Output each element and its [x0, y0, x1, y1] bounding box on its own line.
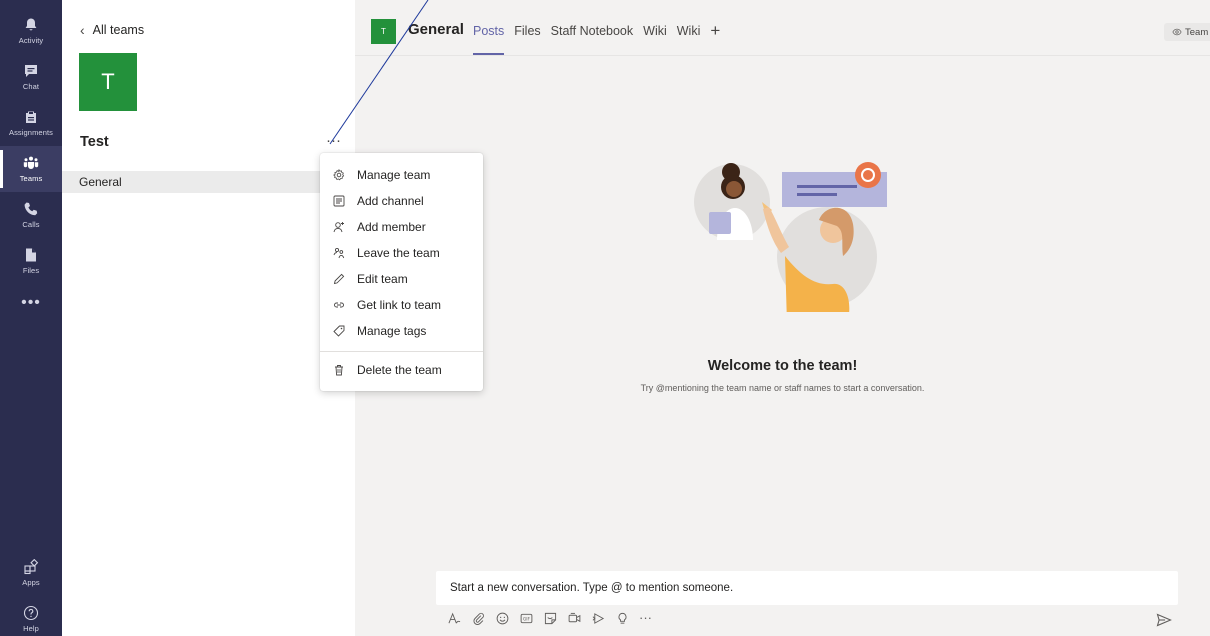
rail-item-chat[interactable]: Chat [0, 54, 62, 100]
all-teams-label: All teams [92, 23, 145, 37]
add-member-icon [333, 221, 345, 233]
menu-item-label: Delete the team [357, 363, 442, 377]
gif-icon[interactable]: GIF [519, 611, 533, 625]
trash-icon [333, 364, 345, 376]
bell-icon [25, 18, 37, 31]
emoji-icon[interactable] [495, 611, 509, 625]
menu-item-label: Add channel [357, 194, 424, 208]
compose-box [436, 571, 1178, 605]
channel-label: General [79, 175, 122, 189]
welcome-title: Welcome to the team! [707, 358, 858, 374]
team-more-options-button[interactable]: ··· [326, 132, 341, 149]
stream-icon[interactable] [591, 611, 605, 625]
rail-label: Chat [22, 82, 40, 91]
chevron-left-icon: ‹ [80, 22, 85, 38]
leave-icon [333, 247, 345, 259]
send-icon[interactable] [1156, 613, 1172, 627]
team-button-label: Team [1185, 26, 1209, 38]
menu-item-edit-team[interactable]: Edit team [320, 266, 483, 292]
eye-icon [1172, 28, 1182, 36]
app-rail: Activity Chat Assignments Teams Calls Fi… [0, 0, 62, 636]
compose-toolbar: GIF ··· [447, 611, 652, 625]
menu-item-delete-team[interactable]: Delete the team [320, 357, 483, 383]
tab-wiki[interactable]: Wiki [643, 24, 667, 38]
rail-label: Assignments [8, 128, 54, 137]
tab-files[interactable]: Files [514, 24, 540, 38]
rail-label: Help [23, 624, 39, 633]
apps-icon [24, 559, 39, 575]
pencil-icon [333, 273, 345, 285]
channel-item-general[interactable]: General [62, 171, 355, 193]
team-avatar-letter: T [101, 69, 115, 94]
rail-label: Calls [22, 220, 40, 229]
menu-item-add-member[interactable]: Add member [320, 214, 483, 240]
more-options-icon[interactable]: ··· [639, 611, 652, 624]
channel-title: General [408, 21, 464, 38]
rail-item-calls[interactable]: Calls [0, 192, 62, 238]
menu-item-manage-team[interactable]: Manage team [320, 162, 483, 188]
channel-tabs: Posts Files Staff Notebook Wiki Wiki + [473, 22, 720, 55]
tag-icon [333, 325, 345, 337]
rail-label: Files [22, 266, 40, 275]
all-teams-link[interactable]: ‹ All teams [80, 22, 144, 38]
rail-item-activity[interactable]: Activity [0, 8, 62, 54]
menu-item-manage-tags[interactable]: Manage tags [320, 318, 483, 344]
praise-icon[interactable] [615, 611, 629, 625]
welcome-illustration [694, 162, 887, 312]
menu-item-leave-team[interactable]: Leave the team [320, 240, 483, 266]
sticker-icon[interactable] [543, 611, 557, 625]
tab-wiki-2[interactable]: Wiki [677, 24, 701, 38]
new-conversation-input[interactable] [436, 571, 1178, 605]
file-icon [26, 248, 36, 262]
team-name: Test [80, 134, 109, 150]
rail-item-teams[interactable]: Teams [0, 146, 62, 192]
menu-item-label: Get link to team [357, 298, 442, 312]
assignments-icon [26, 111, 36, 123]
channel-main: T General Posts Files Staff Notebook Wik… [355, 0, 1210, 636]
menu-item-label: Leave the team [357, 246, 440, 260]
channel-avatar: T [371, 19, 396, 44]
rail-label: Activity [18, 36, 44, 45]
link-icon [333, 299, 345, 311]
format-icon[interactable] [447, 611, 461, 625]
help-icon [23, 605, 39, 621]
menu-item-label: Add member [357, 220, 426, 234]
rail-item-apps[interactable]: Apps [0, 550, 62, 596]
rail-item-assignments[interactable]: Assignments [0, 100, 62, 146]
rail-item-help[interactable]: Help [0, 596, 62, 636]
menu-divider [320, 351, 483, 352]
add-tab-button[interactable]: + [710, 22, 720, 39]
rail-item-files[interactable]: Files [0, 238, 62, 284]
tab-posts[interactable]: Posts [473, 24, 505, 55]
rail-more-button[interactable]: ••• [0, 280, 62, 326]
welcome-subtitle: Try @mentioning the team name or staff n… [640, 383, 925, 393]
gear-icon [333, 169, 345, 181]
menu-item-get-link[interactable]: Get link to team [320, 292, 483, 318]
channel-header: T General Posts Files Staff Notebook Wik… [355, 0, 1210, 56]
more-icon: ••• [21, 294, 41, 311]
channel-avatar-letter: T [381, 27, 386, 36]
team-button[interactable]: Team [1164, 23, 1210, 41]
attach-icon[interactable] [471, 611, 485, 625]
menu-item-label: Edit team [357, 272, 408, 286]
add-channel-icon [333, 195, 345, 207]
team-avatar: T [79, 53, 137, 111]
rail-label: Teams [19, 174, 43, 183]
menu-item-add-channel[interactable]: Add channel [320, 188, 483, 214]
team-panel: ‹ All teams T Test ··· General [62, 0, 355, 636]
rail-label: Apps [22, 578, 40, 587]
phone-icon [24, 202, 38, 216]
meet-now-icon[interactable] [567, 611, 581, 625]
team-options-menu: Manage team Add channel Add member Leave… [320, 153, 483, 391]
tab-staff-notebook[interactable]: Staff Notebook [551, 24, 633, 38]
menu-item-label: Manage tags [357, 324, 427, 338]
teams-icon [23, 156, 39, 169]
svg-text:GIF: GIF [522, 616, 530, 622]
menu-item-label: Manage team [357, 168, 431, 182]
chat-icon [25, 65, 37, 77]
